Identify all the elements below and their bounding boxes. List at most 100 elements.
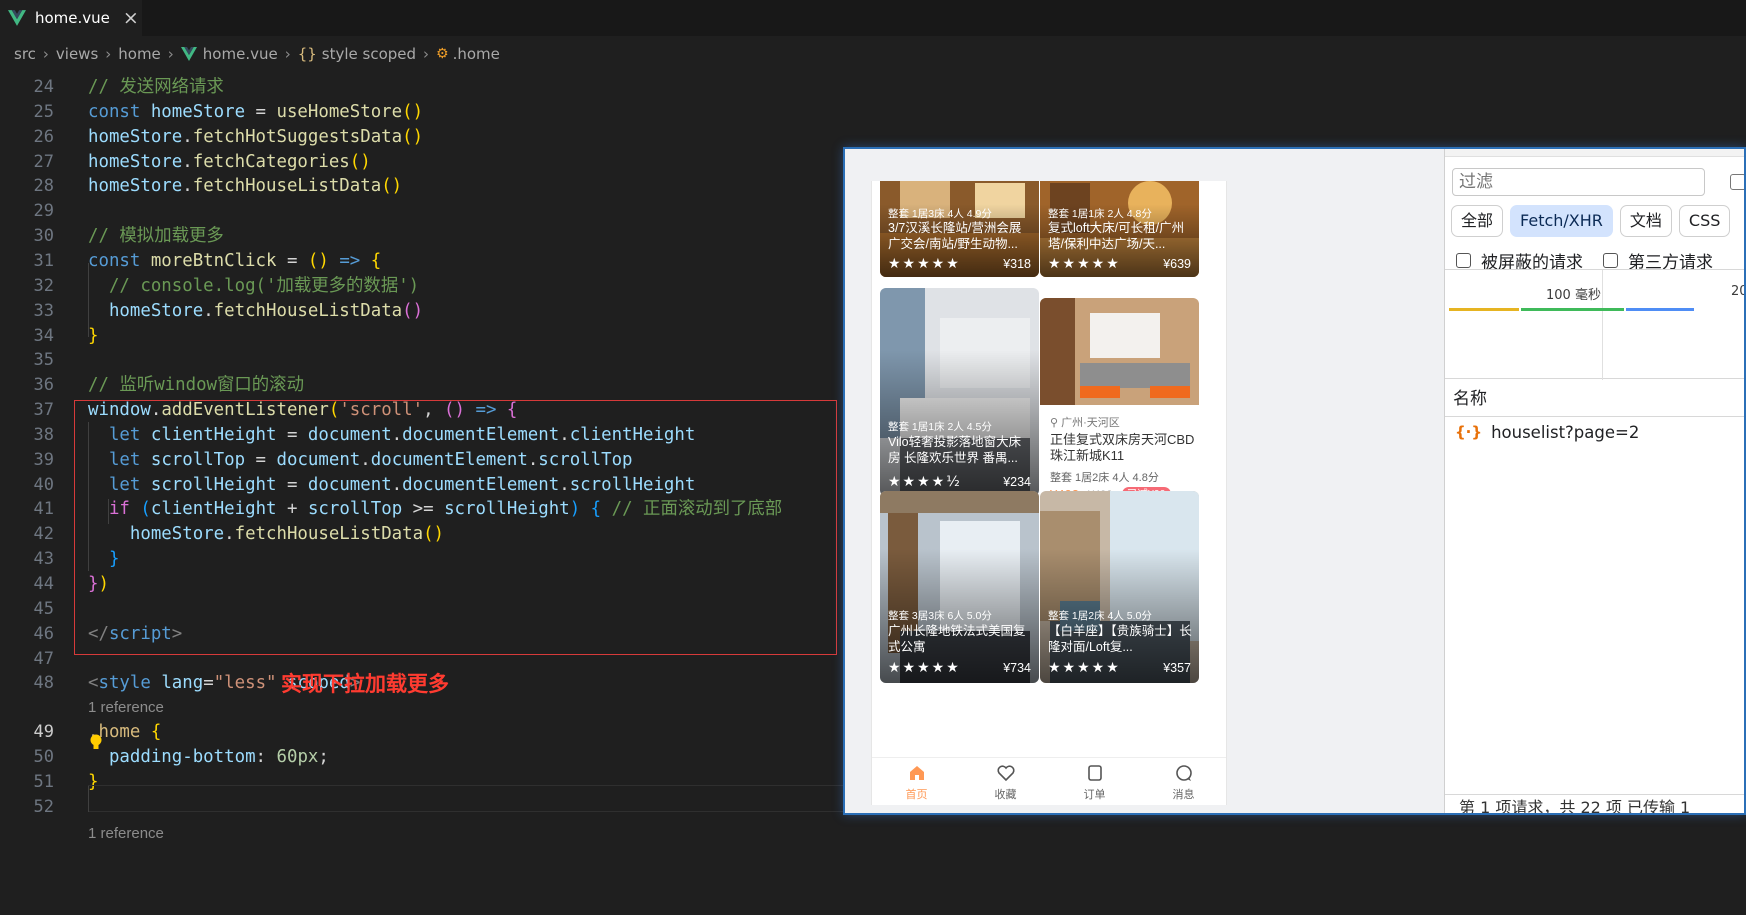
tab-orders[interactable]: 订单 (1050, 763, 1139, 802)
code-line[interactable]: // console.log('加载更多的数据') (88, 273, 419, 300)
line-number: 34 (33, 325, 54, 346)
request-row[interactable]: {·} houselist?page=2 (1445, 417, 1744, 447)
code-token: () (402, 126, 424, 147)
code-token: = (203, 673, 214, 694)
breadcrumb-home[interactable]: home (118, 45, 161, 63)
rating-stars: ★★★★★ (888, 256, 961, 272)
tab-home[interactable]: 首页 (872, 763, 961, 802)
codelens-references[interactable]: 1 reference (88, 823, 164, 845)
code-line[interactable]: const homeStore = useHomeStore() (88, 99, 423, 126)
card-title: 复式loft大床/可长租/广州塔/保利中达广场/天... (1048, 221, 1185, 251)
code-token: useHomeStore (276, 101, 403, 122)
code-token: () (402, 300, 424, 321)
tab-messages[interactable]: 消息 (1139, 763, 1226, 802)
code-line[interactable]: const moreBtnClick = () => { (88, 248, 381, 275)
code-token: 60px (276, 747, 319, 768)
invert-checkbox[interactable] (1730, 174, 1744, 190)
timeline-bar (1626, 308, 1694, 311)
code-line[interactable]: // 发送网络请求 (88, 74, 224, 101)
rating-stars: ★★★★★ (1048, 256, 1121, 272)
code-token: "less" (213, 673, 277, 694)
lightbulb-icon[interactable] (89, 734, 103, 752)
close-tab-icon[interactable]: × (123, 8, 139, 28)
filter-input[interactable] (1452, 168, 1705, 196)
type-filter-doc[interactable]: 文档 (1619, 205, 1672, 237)
name-column-header[interactable]: 名称 (1445, 381, 1744, 417)
devtools-network-panel: 全部 Fetch/XHR 文档 CSS 被屏蔽的请求 第三方请求 100 毫秒 … (1444, 149, 1744, 813)
code-line[interactable]: homeStore.fetchHouseListData() (88, 298, 423, 325)
house-card[interactable]: 整套 1居3床 4人 4.9分 3/7汉溪长隆站/营洲会展广交会/南站/野生动物… (880, 181, 1039, 277)
code-token: . (182, 126, 193, 147)
code-token: () (307, 250, 329, 271)
codelens-references[interactable]: 1 reference (88, 697, 164, 719)
breadcrumb-file[interactable]: home.vue (203, 45, 278, 63)
line-number: 25 (33, 101, 54, 122)
code-line[interactable]: // 模拟加载更多 (88, 223, 224, 250)
line-number: 51 (33, 771, 54, 792)
code-token: homeStore (108, 300, 204, 321)
house-card[interactable]: 整套 1居1床 2人 4.5分 Vilo轻奢投影落地窗大床房 长隆欢乐世界 番禺… (880, 288, 1039, 496)
line-number: 35 (33, 350, 54, 371)
code-line[interactable]: homeStore.fetchHouseListData() (88, 173, 402, 200)
line-number: 44 (33, 574, 54, 594)
breadcrumb: src › views › home › home.vue › {} style sco… (0, 40, 500, 68)
code-line[interactable]: homeStore.fetchHotSuggestsData() (88, 124, 423, 151)
rating-stars: ★★★★★ (888, 660, 961, 676)
vue-file-icon (180, 47, 197, 61)
tab-favorites[interactable]: 收藏 (961, 763, 1050, 802)
line-number: 48 (33, 673, 54, 694)
xhr-icon: {·} (1455, 423, 1483, 441)
timeline-tick: 100 毫秒 (1546, 288, 1601, 303)
code-line[interactable]: padding-bottom: 60px; (88, 744, 329, 771)
indent-guide (88, 786, 89, 812)
code-token: . (182, 176, 193, 197)
breadcrumb-selector[interactable]: .home (453, 45, 500, 63)
line-number: 38 (33, 424, 54, 445)
code-line[interactable]: homeStore.fetchCategories() (88, 149, 371, 176)
chevron-right-icon: › (42, 45, 49, 63)
code-token: fetchHouseListData (192, 176, 382, 197)
heart-icon (996, 765, 1015, 782)
house-card[interactable]: 整套 3居3床 6人 5.0分 广州长隆地铁法式美国复式公寓 ★★★★★ ¥73… (880, 491, 1039, 683)
code-token: . (203, 300, 214, 321)
code-token: () (402, 101, 424, 122)
code-line[interactable]: } (88, 323, 98, 350)
checkbox[interactable] (1456, 253, 1471, 268)
code-token: fetchHotSuggestsData (192, 126, 403, 147)
selector-icon: ⚙ (436, 46, 449, 62)
code-line[interactable]: // 监听window窗口的滚动 (88, 372, 304, 399)
code-token: < (88, 673, 99, 694)
breadcrumb-views[interactable]: views (56, 45, 98, 63)
code-token: = (245, 101, 277, 122)
checkbox[interactable] (1603, 253, 1618, 268)
breadcrumb-src[interactable]: src (14, 45, 36, 63)
card-title: 【白羊座】【贵族骑士】长隆对面/Loft复... (1048, 624, 1192, 654)
indent-guide (88, 262, 89, 338)
type-filter-fetch-xhr[interactable]: Fetch/XHR (1510, 205, 1613, 237)
tab-home-vue[interactable]: home.vue × (0, 0, 142, 36)
card-price: ¥357 (1163, 661, 1191, 675)
code-token: : (255, 747, 277, 768)
network-timeline[interactable]: 100 毫秒 20 (1445, 269, 1744, 380)
braces-icon: {} (297, 45, 317, 63)
breadcrumb-style[interactable]: style scoped (322, 45, 416, 63)
card-title: Vilo轻奢投影落地窗大床房 长隆欢乐世界 番禺... (888, 435, 1022, 465)
timeline-gridline (1602, 270, 1603, 380)
line-number: 46 (33, 623, 54, 644)
code-token: { (150, 722, 162, 743)
location-pin-icon: ⚲ (1050, 417, 1062, 429)
code-token: () (381, 176, 403, 197)
type-filter-all[interactable]: 全部 (1451, 205, 1504, 237)
house-card-plain[interactable]: ⚲ 广州·天河区 正佳复式双床房天河CBD珠江新城K11 整套 1居2床 4人 … (1040, 298, 1199, 516)
code-token: homeStore (88, 176, 183, 197)
chevron-right-icon: › (167, 45, 174, 63)
code-token: const (88, 250, 151, 271)
type-filter-css[interactable]: CSS (1678, 205, 1731, 237)
house-card[interactable]: 整套 1居2床 4人 5.0分 【白羊座】【贵族骑士】长隆对面/Loft复...… (1040, 491, 1199, 683)
chevron-right-icon: › (284, 45, 291, 63)
house-card[interactable]: 整套 1居1床 2人 4.8分 复式loft大床/可长租/广州塔/保利中达广场/… (1040, 181, 1199, 277)
